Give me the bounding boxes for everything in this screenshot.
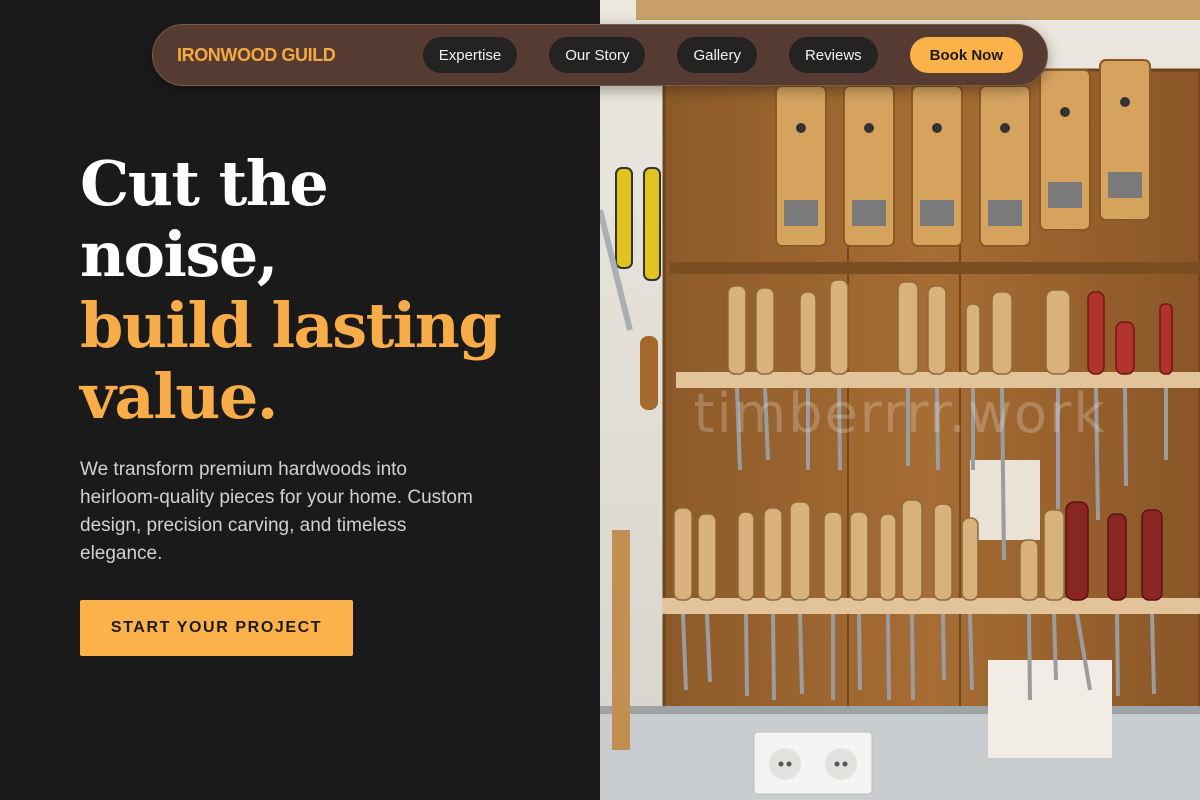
workshop-photo: timberrrr.work (600, 0, 1200, 800)
headline-line-2: noise, (80, 218, 278, 291)
hero-headline: Cut the noise, build lasting value. (80, 148, 560, 432)
hero-description: We transform premium hardwoods into heir… (80, 459, 473, 564)
nav-links: Expertise Our Story Gallery Reviews Book… (422, 37, 1023, 73)
headline-line-3: build lasting (80, 289, 502, 362)
nav-link-expertise[interactable]: Expertise (422, 37, 518, 73)
image-watermark: timberrrr.work (693, 382, 1107, 445)
nav-link-gallery[interactable]: Gallery (677, 37, 757, 73)
brand-logo[interactable]: IRONWOOD GUILD (177, 45, 336, 66)
top-navbar: IRONWOOD GUILD Expertise Our Story Galle… (152, 24, 1048, 86)
start-project-button[interactable]: START YOUR PROJECT (80, 600, 353, 656)
book-now-button[interactable]: Book Now (909, 37, 1023, 73)
nav-link-our-story[interactable]: Our Story (549, 37, 646, 73)
headline-line-4: value. (80, 360, 278, 433)
nav-link-reviews[interactable]: Reviews (788, 37, 878, 73)
headline-line-1: Cut the (80, 147, 329, 220)
